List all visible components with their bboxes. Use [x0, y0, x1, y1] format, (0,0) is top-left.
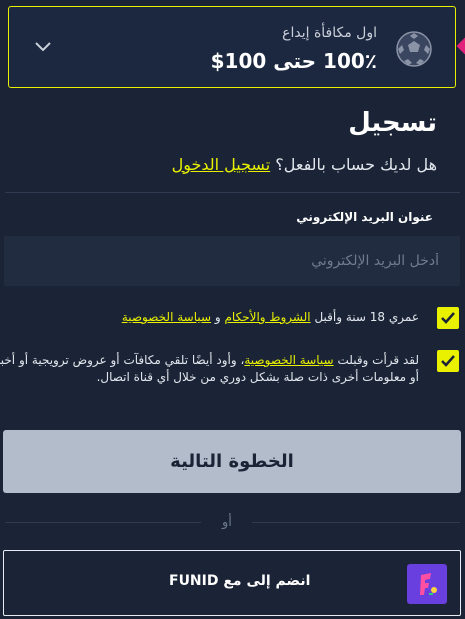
or-separator: أو — [222, 515, 232, 530]
email-field[interactable] — [4, 236, 460, 286]
page-title: تسجيل — [348, 108, 437, 138]
marketing-pre-text: لقد قرأت وقبلت — [337, 353, 419, 367]
bonus-selector[interactable]: اول مكافأة إيداع 100٪ حتى 100$ — [8, 6, 456, 88]
bonus-amount: 100٪ حتى 100$ — [210, 49, 377, 73]
divider — [5, 522, 201, 523]
checkmark-icon — [441, 355, 455, 367]
have-account-text: هل لديك حساب بالفعل؟ — [275, 155, 437, 174]
marketing-checkbox[interactable] — [437, 350, 459, 372]
marketing-consent-text: لقد قرأت وقبلت سياسة الخصوصية، وأود أيضً… — [0, 352, 419, 386]
terms-link[interactable]: الشروط والأحكام — [225, 310, 311, 324]
divider — [5, 192, 460, 193]
login-prompt: هل لديك حساب بالفعل؟ تسجيل الدخول — [172, 155, 437, 174]
marketing-privacy-link[interactable]: سياسة الخصوصية — [244, 353, 333, 367]
login-link[interactable]: تسجيل الدخول — [172, 155, 271, 174]
next-step-button[interactable]: الخطوة التالية — [3, 430, 461, 493]
bonus-title: اول مكافأة إيداع — [282, 25, 377, 41]
soccer-ball-icon — [396, 31, 432, 67]
age-text: عمري 18 سنة وأقبل — [314, 310, 419, 324]
privacy-link[interactable]: سياسة الخصوصية — [122, 310, 211, 324]
divider — [252, 522, 460, 523]
checkmark-icon — [441, 312, 455, 324]
chevron-down-icon[interactable] — [33, 37, 53, 57]
age-terms-checkbox[interactable] — [437, 307, 459, 329]
and-text: و — [214, 310, 221, 324]
funid-logo-icon — [407, 564, 447, 604]
funid-label: انضم إلى مع FUNID — [169, 573, 311, 589]
funid-join-button[interactable]: انضم إلى مع FUNID — [3, 550, 461, 616]
email-label: عنوان البريد الإلكتروني — [296, 210, 433, 224]
age-terms-text: عمري 18 سنة وأقبل الشروط والأحكام و سياس… — [122, 310, 419, 324]
side-marker — [456, 37, 465, 55]
